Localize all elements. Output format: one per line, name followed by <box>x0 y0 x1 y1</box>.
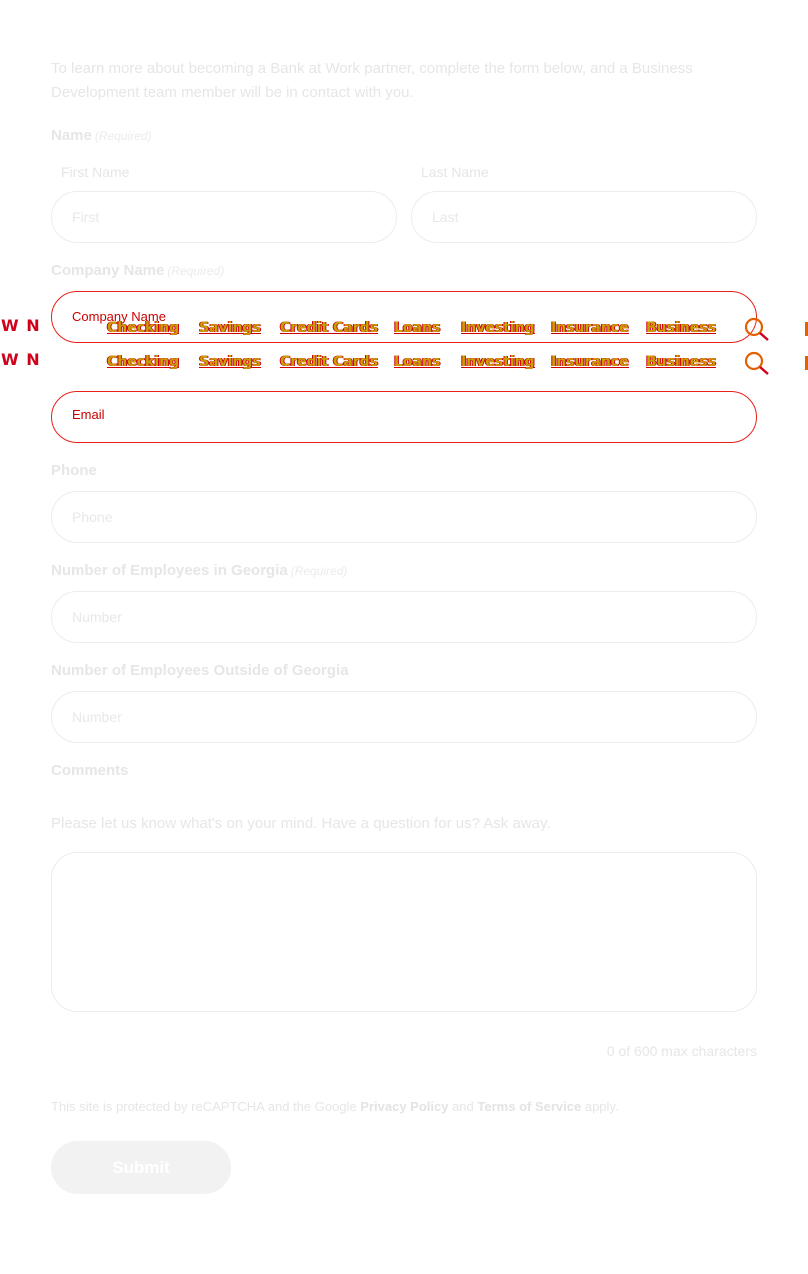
intro-text: To learn more about becoming a Bank at W… <box>51 60 693 101</box>
first-name-placeholder: First <box>72 209 100 225</box>
search-icon[interactable] <box>742 350 772 376</box>
comments-label: Comments <box>51 762 129 779</box>
character-counter: 0 of 600 max characters <box>606 1043 757 1059</box>
employees-georgia-placeholder: Number <box>72 609 122 625</box>
nav-item-credit-cards[interactable]: Credit Cards <box>280 320 379 336</box>
required-marker: (Required) <box>167 264 225 278</box>
email-placeholder: Email <box>72 407 105 422</box>
employees-georgia-label: Number of Employees in Georgia (Required) <box>51 562 347 579</box>
required-marker: (Required) <box>94 129 152 143</box>
company-name-label-text: Company Name <box>51 262 165 279</box>
name-label-text: Name <box>51 127 92 144</box>
email-input[interactable]: Email <box>51 391 757 443</box>
search-icon[interactable] <box>742 316 772 342</box>
nav-bar-duplicate: W N Checking Savings Credit Cards Loans … <box>0 350 808 378</box>
nav-item-checking[interactable]: Checking <box>107 354 180 370</box>
nav-logo[interactable]: W N <box>1 350 41 369</box>
terms-of-service-link[interactable]: Terms of Service <box>477 1099 581 1114</box>
first-name-input[interactable]: First <box>51 191 397 243</box>
nav-item-savings[interactable]: Savings <box>199 320 261 336</box>
phone-input[interactable]: Phone <box>51 491 757 543</box>
employees-georgia-input[interactable]: Number <box>51 591 757 643</box>
nav-item-loans[interactable]: Loans <box>394 320 441 336</box>
nav-item-checking[interactable]: Checking <box>107 320 180 336</box>
nav-bar: W N Checking Savings Credit Cards Loans … <box>0 316 808 344</box>
recaptcha-notice: This site is protected by reCAPTCHA and … <box>51 1099 619 1114</box>
nav-item-insurance[interactable]: Insurance <box>551 320 629 336</box>
last-name-label: Last Name <box>421 164 489 180</box>
privacy-policy-link[interactable]: Privacy Policy <box>360 1099 448 1114</box>
nav-logo[interactable]: W N <box>1 316 41 335</box>
company-name-label: Company Name (Required) <box>51 262 224 279</box>
last-name-placeholder: Last <box>432 209 459 225</box>
recaptcha-suffix: apply. <box>584 1099 619 1114</box>
first-name-label: First Name <box>61 164 130 180</box>
nav-item-savings[interactable]: Savings <box>199 354 261 370</box>
recaptcha-and: and <box>452 1099 474 1114</box>
name-label: Name (Required) <box>51 127 152 144</box>
nav-item-insurance[interactable]: Insurance <box>551 354 629 370</box>
nav-item-investing[interactable]: Investing <box>461 354 535 370</box>
last-name-input[interactable]: Last <box>411 191 757 243</box>
nav-item-loans[interactable]: Loans <box>394 354 441 370</box>
employees-georgia-label-text: Number of Employees in Georgia <box>51 562 288 579</box>
employees-outside-input[interactable]: Number <box>51 691 757 743</box>
submit-button[interactable]: Submit <box>51 1141 231 1194</box>
nav-item-business[interactable]: Business <box>646 354 716 370</box>
comments-textarea[interactable] <box>51 852 757 1012</box>
employees-outside-placeholder: Number <box>72 709 122 725</box>
recaptcha-prefix: This site is protected by reCAPTCHA and … <box>51 1099 357 1114</box>
nav-item-business[interactable]: Business <box>646 320 716 336</box>
nav-item-investing[interactable]: Investing <box>461 320 535 336</box>
employees-outside-label: Number of Employees Outside of Georgia <box>51 662 349 679</box>
phone-placeholder: Phone <box>72 509 113 525</box>
phone-label: Phone <box>51 462 97 479</box>
nav-item-credit-cards[interactable]: Credit Cards <box>280 354 379 370</box>
required-marker: (Required) <box>290 564 348 578</box>
comments-hint: Please let us know what's on your mind. … <box>51 815 551 832</box>
